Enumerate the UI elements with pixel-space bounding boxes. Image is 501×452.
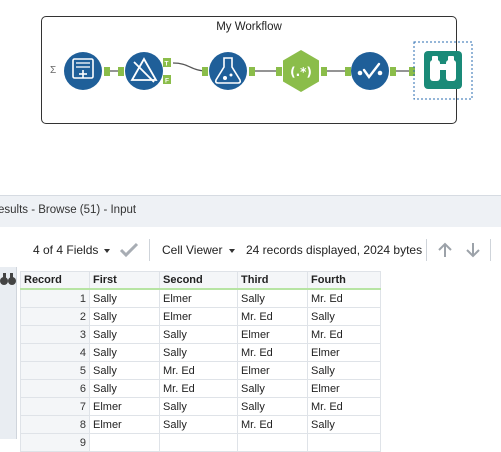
table-cell[interactable]: Sally	[307, 361, 381, 380]
input-anchor[interactable]	[345, 67, 351, 76]
table-cell[interactable]: Sally	[307, 307, 381, 326]
table-cell[interactable]: Sally	[159, 397, 238, 416]
table-cell[interactable]: Mr. Ed	[237, 307, 308, 326]
table-cell[interactable]	[159, 433, 238, 452]
record-number: 8	[20, 415, 90, 434]
record-number: 5	[20, 361, 90, 380]
record-number: 6	[20, 379, 90, 398]
results-sidebar	[0, 238, 17, 439]
input-data-tool[interactable]	[64, 52, 102, 90]
output-anchor[interactable]	[321, 67, 327, 76]
table-cell[interactable]: Sally	[159, 325, 238, 344]
table-cell[interactable]: Sally	[237, 379, 308, 398]
table-cell[interactable]: Mr. Ed	[307, 288, 381, 308]
toolbar-divider	[490, 239, 491, 261]
fields-selector-label[interactable]: 4 of 4 Fields	[33, 243, 98, 257]
table-row[interactable]: 6 Sally Mr. Ed Sally Elmer	[20, 379, 381, 398]
table-row[interactable]: 3 Sally Sally Elmer Mr. Ed	[20, 325, 381, 344]
table-cell[interactable]: Elmer	[159, 288, 238, 308]
sigma-icon: Σ	[50, 65, 56, 76]
output-anchor[interactable]	[390, 67, 396, 76]
table-cell[interactable]: Sally	[89, 343, 160, 362]
column-header-record[interactable]: Record	[20, 271, 90, 290]
table-row[interactable]: 2 Sally Elmer Mr. Ed Sally	[20, 307, 381, 326]
column-header-fourth[interactable]: Fourth	[307, 271, 381, 290]
table-cell[interactable]: Mr. Ed	[237, 415, 308, 434]
table-cell[interactable]	[237, 433, 308, 452]
record-number: 1	[20, 288, 90, 308]
checkmark-icon[interactable]	[119, 242, 139, 258]
table-cell[interactable]: Sally	[89, 325, 160, 344]
record-number: 2	[20, 307, 90, 326]
record-number: 3	[20, 325, 90, 344]
regex-tool[interactable]: (.*)	[283, 50, 319, 92]
table-cell[interactable]: Elmer	[89, 397, 160, 416]
binoculars-icon[interactable]	[0, 273, 16, 285]
table-cell[interactable]: Mr. Ed	[307, 397, 381, 416]
table-cell[interactable]: Mr. Ed	[159, 379, 238, 398]
column-header-second[interactable]: Second	[159, 271, 238, 290]
table-cell[interactable]: Mr. Ed	[159, 361, 238, 380]
svg-text:F: F	[165, 78, 169, 85]
up-arrow-icon[interactable]	[436, 241, 454, 259]
table-row[interactable]: 8 Elmer Sally Mr. Ed Sally	[20, 415, 381, 434]
table-cell[interactable]: Elmer	[159, 307, 238, 326]
table-row[interactable]: 5 Sally Mr. Ed Elmer Sally	[20, 361, 381, 380]
table-cell[interactable]: Mr. Ed	[237, 343, 308, 362]
record-number: 4	[20, 343, 90, 362]
chevron-down-icon[interactable]	[229, 249, 235, 253]
column-header-third[interactable]: Third	[237, 271, 308, 290]
table-cell[interactable]: Sally	[237, 288, 308, 308]
table-cell[interactable]: Sally	[159, 415, 238, 434]
svg-text:(.*): (.*)	[290, 65, 312, 79]
record-number: 9	[20, 433, 90, 452]
table-cell[interactable]: Elmer	[307, 343, 381, 362]
table-row[interactable]: 4 Sally Sally Mr. Ed Elmer	[20, 343, 381, 362]
table-cell[interactable]: Sally	[89, 379, 160, 398]
column-header-first[interactable]: First	[89, 271, 160, 290]
table-cell[interactable]: Sally	[307, 415, 381, 434]
cell-viewer-label[interactable]: Cell Viewer	[162, 243, 222, 257]
table-cell[interactable]	[89, 433, 160, 452]
table-row[interactable]: 1 Sally Elmer Sally Mr. Ed	[20, 288, 381, 308]
results-header: esults - Browse (51) - Input	[0, 195, 501, 227]
table-cell[interactable]: Sally	[89, 288, 160, 308]
table-cell[interactable]: Elmer	[237, 361, 308, 380]
table-cell[interactable]: Sally	[89, 361, 160, 380]
browse-tool[interactable]	[424, 51, 462, 89]
select-tool[interactable]	[351, 52, 389, 90]
table-row[interactable]: 7 Elmer Sally Sally Mr. Ed	[20, 397, 381, 416]
table-row[interactable]: 9	[20, 433, 381, 452]
table-cell[interactable]: Mr. Ed	[307, 325, 381, 344]
workflow-canvas: Σ T F (.*)	[50, 41, 473, 100]
filter-tool[interactable]	[125, 52, 163, 90]
table-cell[interactable]: Elmer	[307, 379, 381, 398]
table-cell[interactable]: Elmer	[89, 415, 160, 434]
formula-tool[interactable]	[209, 52, 247, 90]
down-arrow-icon[interactable]	[464, 241, 482, 259]
record-number: 7	[20, 397, 90, 416]
table-cell[interactable]: Elmer	[237, 325, 308, 344]
records-info: 24 records displayed, 2024 bytes	[246, 243, 423, 257]
table-cell[interactable]: Sally	[89, 307, 160, 326]
results-table: Record First Second Third Fourth 1 Sally…	[20, 271, 381, 452]
toolbar-divider	[149, 239, 150, 261]
input-anchor[interactable]	[202, 67, 208, 76]
table-cell[interactable]: Sally	[237, 397, 308, 416]
chevron-down-icon[interactable]	[104, 249, 110, 253]
input-anchor[interactable]	[118, 67, 124, 76]
results-toolbar: 4 of 4 Fields Cell Viewer 24 records dis…	[0, 233, 501, 267]
output-anchor[interactable]	[104, 67, 110, 76]
toolbar-divider	[426, 239, 427, 261]
output-anchor[interactable]	[249, 67, 255, 76]
table-cell[interactable]	[307, 433, 381, 452]
table-cell[interactable]: Sally	[159, 343, 238, 362]
svg-text:T: T	[165, 61, 169, 68]
input-anchor[interactable]	[276, 67, 282, 76]
results-title: esults - Browse (51) - Input	[0, 204, 137, 216]
table-header-row: Record First Second Third Fourth	[20, 271, 381, 290]
